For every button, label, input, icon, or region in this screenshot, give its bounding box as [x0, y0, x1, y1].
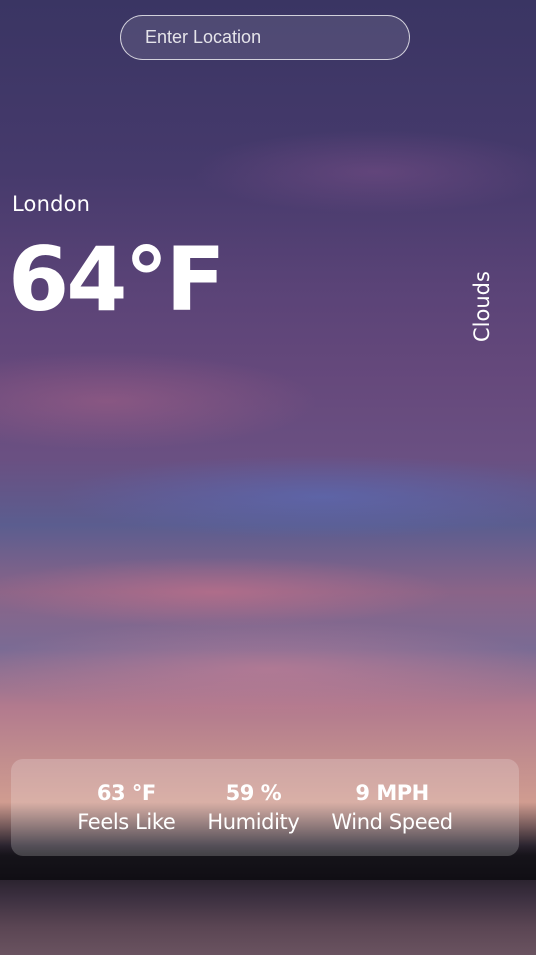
- search-bar: [120, 15, 410, 60]
- location-search-input[interactable]: [120, 15, 410, 60]
- wind-speed-value: 9 MPH: [355, 780, 429, 805]
- weather-stats-panel: 63 °F Feels Like 59 % Humidity 9 MPH Win…: [11, 759, 519, 856]
- wind-speed-label: Wind Speed: [331, 809, 453, 834]
- wind-speed-stat: 9 MPH Wind Speed: [331, 779, 453, 837]
- weather-app: { "search": { "placeholder": "Enter Loca…: [0, 0, 536, 955]
- weather-condition: Clouds: [470, 271, 494, 342]
- current-temperature: 64°F: [8, 228, 226, 331]
- humidity-value: 59 %: [225, 780, 282, 805]
- feels-like-label: Feels Like: [77, 809, 176, 834]
- feels-like-stat: 63 °F Feels Like: [77, 779, 175, 837]
- humidity-label: Humidity: [207, 809, 300, 834]
- city-name: London: [12, 192, 91, 216]
- humidity-stat: 59 % Humidity: [207, 779, 299, 837]
- feels-like-value: 63 °F: [96, 780, 156, 805]
